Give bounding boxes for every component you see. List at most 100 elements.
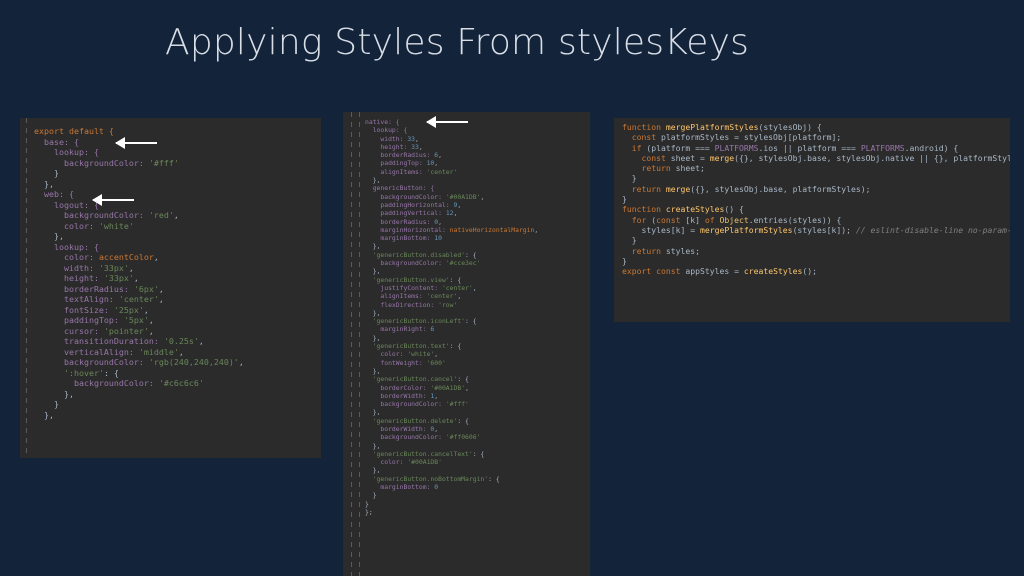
code-token: paddingTop: <box>34 315 124 325</box>
code-token: , <box>198 336 204 346</box>
code-token: styles[k] = <box>622 224 700 235</box>
code-line: paddingTop: '5px', <box>34 315 244 326</box>
code-line: marginBottom: 10 <box>365 234 538 242</box>
code-token: , <box>453 209 458 218</box>
code-token: // eslint-disable-line no-param-reassign <box>855 224 1010 235</box>
code-token: logout: { <box>34 199 99 210</box>
code-token: : { <box>465 317 477 326</box>
code-token: , <box>128 262 134 273</box>
code-line: const sheet = merge({}, stylesObj.base, … <box>622 153 1010 163</box>
code-token: '600' <box>426 358 446 367</box>
code-token: , <box>438 217 442 226</box>
code-token: (platform === <box>646 142 715 153</box>
code-token: backgroundColor: <box>365 400 446 409</box>
code-token: fontWeight: <box>365 358 427 367</box>
code-token: , <box>434 391 439 400</box>
code-token: borderColor: <box>365 383 431 392</box>
code-line: } <box>622 173 1010 183</box>
code-token: , <box>173 210 179 220</box>
code-line: 'genericButton.iconLeft': { <box>365 317 538 325</box>
code-line: styles[k] = mergePlatformStyles(styles[k… <box>622 225 1010 235</box>
code-token: , <box>480 192 485 201</box>
indent-guide <box>351 112 352 576</box>
arrow-left-icon <box>92 194 134 206</box>
code-line: }, <box>34 179 244 190</box>
code-token: 'genericButton.noBottomMargin' <box>365 474 489 483</box>
code-line: return merge({}, stylesObj.base, platfor… <box>622 184 1010 194</box>
code-token: , <box>434 159 439 168</box>
slide-title: Applying Styles From stylesKeys <box>165 22 750 63</box>
code-token: (styles[k]); <box>792 224 856 235</box>
code-line: }, <box>365 267 538 275</box>
code-token: sheet = <box>670 152 710 163</box>
code-token: color: <box>34 252 99 262</box>
code-line: backgroundColor: 'red', <box>34 210 244 221</box>
code-line: backgroundColor: 'rgb(240,240,240)', <box>34 357 244 368</box>
code-token: '#cce3ec' <box>445 259 481 268</box>
code-token: , <box>415 134 419 143</box>
code-token: nativeHorizontalMargin <box>449 225 535 234</box>
code-line: alignItems: 'center', <box>365 292 538 300</box>
code-token: : { <box>488 474 500 483</box>
code-token: 33 <box>411 142 419 151</box>
code-token: , <box>434 424 439 433</box>
code-line: 'genericButton.view': { <box>365 276 538 284</box>
code-token: of <box>704 214 720 225</box>
code-line: ':hover': { <box>34 368 244 379</box>
code-token: 10 <box>434 234 442 243</box>
code-block: native: { lookup: { width: 33, height: 3… <box>365 118 538 516</box>
code-token: , <box>133 273 139 283</box>
code-line: }, <box>365 408 538 416</box>
code-token: ({}, stylesObj.base, stylesObj.native ||… <box>734 152 1010 163</box>
code-token: , <box>238 357 244 367</box>
code-line: logout: { <box>34 200 244 211</box>
code-token: (stylesObj) { <box>758 122 822 132</box>
code-token: , <box>438 151 442 160</box>
code-line: } <box>622 235 1010 245</box>
code-line: } <box>622 194 1010 204</box>
code-token: marginHorizontal: <box>365 225 450 234</box>
code-line: 'genericButton.cancelText': { <box>365 450 538 458</box>
code-token: , <box>158 294 164 304</box>
code-token: genericButton: { <box>365 184 435 193</box>
code-line: fontWeight: '600' <box>365 359 538 367</box>
code-line: width: 33, <box>365 135 538 143</box>
code-token: : { <box>449 342 462 351</box>
code-token: return <box>622 163 676 174</box>
code-token: }, <box>34 231 64 241</box>
code-line: transitionDuration: '0.25s', <box>34 336 244 347</box>
code-token: justifyContent: <box>365 283 442 292</box>
code-token: function <box>622 204 666 215</box>
code-line: color: 'white' <box>34 221 244 232</box>
code-token: 33 <box>407 134 416 143</box>
code-token: '#ff0606' <box>445 433 481 442</box>
code-token: } <box>622 235 637 246</box>
code-token: lookup: { <box>34 147 99 157</box>
indent-guide <box>26 118 27 458</box>
code-token: .ios || platform === <box>758 142 861 153</box>
code-token: mergePlatformStyles <box>699 224 793 235</box>
code-token: } <box>34 399 59 409</box>
code-line: export default { <box>34 126 244 137</box>
code-token: const <box>622 152 671 163</box>
code-token: export const <box>622 266 686 277</box>
code-token: paddingVertical: <box>365 209 446 218</box>
code-token: return <box>622 245 666 256</box>
code-token: } <box>365 499 369 508</box>
code-line: 'genericButton.disabled': { <box>365 251 538 259</box>
code-line: }, <box>34 389 244 400</box>
code-token: color: <box>365 350 408 359</box>
code-token: .entries(styles)) { <box>748 214 842 225</box>
code-token: , <box>153 252 159 262</box>
code-token: }, <box>365 176 381 185</box>
code-line: height: 33, <box>365 143 538 151</box>
code-token: lookup: { <box>34 241 99 252</box>
code-line: paddingVertical: 12, <box>365 209 538 217</box>
code-token: : { <box>457 416 469 425</box>
code-token: '#00A1DB' <box>430 383 466 392</box>
code-token: marginBottom: <box>365 483 435 492</box>
code-token: , <box>148 325 154 336</box>
code-token: 'genericButton.cancelText' <box>365 449 473 458</box>
code-token: merge <box>665 183 691 194</box>
code-token: const <box>622 132 661 143</box>
